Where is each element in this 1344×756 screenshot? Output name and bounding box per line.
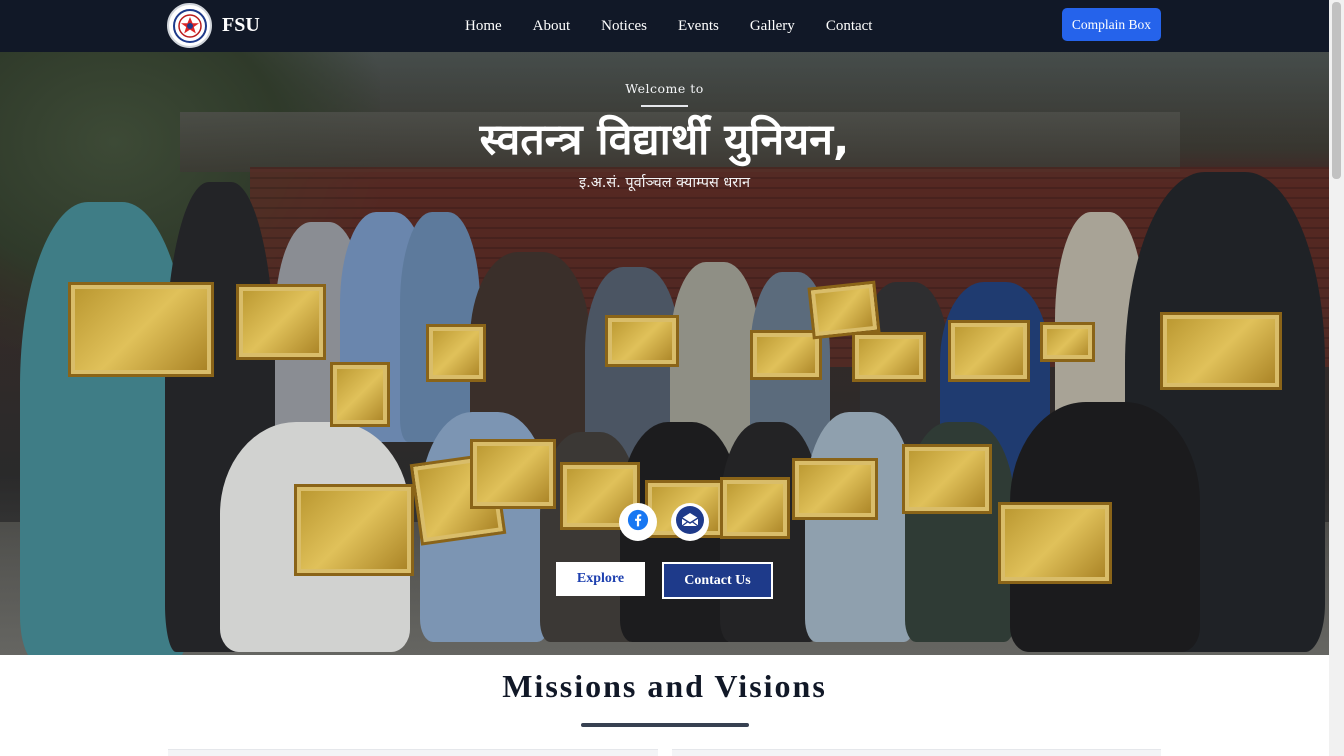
nav-contact[interactable]: Contact	[826, 18, 873, 35]
welcome-divider	[641, 105, 688, 107]
nav-events[interactable]: Events	[678, 18, 719, 35]
missions-underline	[581, 723, 749, 727]
nav-about[interactable]: About	[533, 18, 571, 35]
hero-content: Welcome to स्वतन्त्र विद्यार्थी युनियन, …	[0, 52, 1329, 655]
social-links	[619, 503, 709, 541]
missions-title: Missions and Visions	[502, 668, 827, 704]
explore-button[interactable]: Explore	[556, 562, 645, 596]
email-button[interactable]	[671, 503, 709, 541]
hero-subtitle: इ.अ.सं. पूर्वाञ्चल क्याम्पस धरान	[578, 175, 751, 191]
hero-title: स्वतन्त्र विद्यार्थी युनियन,	[479, 115, 850, 165]
scrollbar-thumb[interactable]	[1332, 2, 1341, 179]
welcome-text: Welcome to	[625, 81, 704, 96]
nav-notices[interactable]: Notices	[601, 18, 647, 35]
brand[interactable]: FSU	[167, 3, 260, 48]
nav-links: Home About Notices Events Gallery Contac…	[465, 0, 872, 52]
vision-card	[672, 749, 1161, 756]
contact-us-button[interactable]: Contact Us	[662, 562, 773, 599]
facebook-icon	[627, 509, 649, 535]
brand-name[interactable]: FSU	[222, 14, 260, 37]
page-scrollbar[interactable]	[1329, 0, 1344, 756]
nav-home[interactable]: Home	[465, 18, 502, 35]
union-seal-logo	[167, 3, 212, 48]
facebook-button[interactable]	[619, 503, 657, 541]
nav-gallery[interactable]: Gallery	[750, 18, 795, 35]
mission-card	[168, 749, 658, 756]
email-icon	[675, 505, 705, 539]
hero-section: Welcome to स्वतन्त्र विद्यार्थी युनियन, …	[0, 52, 1329, 655]
complain-box-button[interactable]: Complain Box	[1062, 8, 1161, 41]
top-navbar: FSU Home About Notices Events Gallery Co…	[0, 0, 1329, 52]
